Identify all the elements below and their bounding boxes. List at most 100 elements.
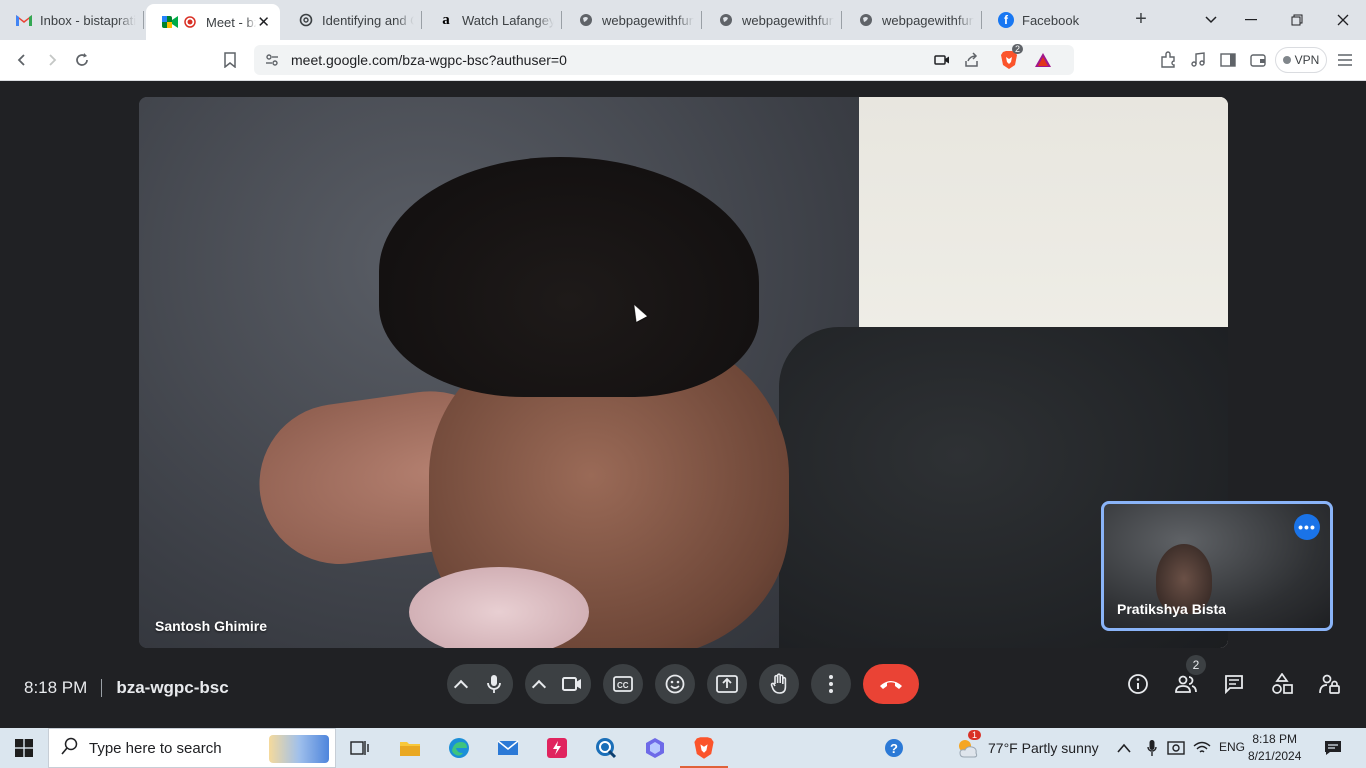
file-explorer-icon[interactable] <box>394 732 426 764</box>
search-app-icon[interactable] <box>590 732 622 764</box>
vpn-button[interactable]: VPN <box>1275 47 1327 73</box>
activities-button[interactable] <box>1266 668 1298 700</box>
tab-label: webpagewithfun <box>602 12 694 28</box>
brave-shields-icon[interactable]: 2 <box>997 44 1024 72</box>
chat-button[interactable] <box>1218 668 1250 700</box>
menu-icon[interactable] <box>1333 48 1357 72</box>
meeting-code: bza-wgpc-bsc <box>116 678 229 697</box>
video-background <box>409 567 589 648</box>
globe-icon <box>718 12 734 28</box>
notifications-icon[interactable] <box>1321 732 1345 764</box>
activities-icon <box>1272 673 1293 694</box>
tab-webpage-1[interactable]: webpagewithfun <box>562 0 702 40</box>
tab-facebook[interactable]: f Facebook <box>982 0 1122 40</box>
tab-meet[interactable]: Meet - bz ✕ <box>146 4 280 40</box>
media-icon[interactable] <box>1186 48 1210 72</box>
people-icon <box>1175 675 1197 693</box>
microphone-icon <box>486 675 501 693</box>
brave-rewards-icon[interactable] <box>1031 48 1055 72</box>
taskbar-search[interactable]: Type here to search <box>48 728 336 768</box>
sidebar-icon[interactable] <box>1216 48 1240 72</box>
minimize-button[interactable] <box>1228 0 1274 40</box>
reactions-button[interactable] <box>655 664 695 704</box>
microphone-button[interactable] <box>474 664 513 704</box>
brave-browser-icon[interactable] <box>680 732 728 768</box>
amazon-icon: a <box>442 11 450 28</box>
search-placeholder: Type here to search <box>89 739 222 757</box>
weather-icon[interactable]: 1 <box>952 730 984 764</box>
tab-label: Facebook <box>1022 12 1080 28</box>
captions-button[interactable]: CC <box>603 664 643 704</box>
microphone-tray-icon[interactable] <box>1140 732 1164 764</box>
camera-tray-icon[interactable] <box>1164 732 1188 764</box>
close-tab-icon[interactable]: ✕ <box>257 13 270 31</box>
address-bar[interactable]: meet.google.com/bza-wgpc-bsc?authuser=0 … <box>254 44 1074 75</box>
tab-label: Watch Lafangey P <box>462 12 554 28</box>
wifi-icon[interactable] <box>1190 732 1214 764</box>
search-highlight-icon <box>269 735 329 763</box>
meet-icon <box>162 14 178 30</box>
clock-date: 8/21/2024 <box>1248 749 1302 763</box>
site-settings-icon[interactable] <box>260 48 284 72</box>
microphone-control <box>447 664 513 704</box>
tab-label: Identifying and C <box>322 12 414 28</box>
forward-icon[interactable] <box>40 48 64 72</box>
meeting-info: 8:18 PM bza-wgpc-bsc <box>24 678 229 698</box>
audio-options-button[interactable] <box>447 664 474 704</box>
vpn-label: VPN <box>1294 53 1320 67</box>
tab-webpage-2[interactable]: webpagewithfun <box>702 0 842 40</box>
back-icon[interactable] <box>10 48 34 72</box>
app-pink-icon[interactable] <box>541 732 573 764</box>
chevron-up-icon <box>453 679 468 695</box>
leave-call-button[interactable] <box>863 664 919 704</box>
url-text: meet.google.com/bza-wgpc-bsc?authuser=0 <box>291 52 567 68</box>
edge-icon[interactable] <box>443 732 475 764</box>
restore-button[interactable] <box>1274 0 1320 40</box>
bookmark-icon[interactable] <box>218 48 242 72</box>
help-icon[interactable]: ? <box>878 732 910 764</box>
meeting-details-button[interactable] <box>1122 668 1154 700</box>
tab-identifying[interactable]: Identifying and C <box>282 0 422 40</box>
emoji-icon <box>665 674 685 694</box>
more-options-icon[interactable]: ••• <box>1294 514 1320 540</box>
extensions-icon[interactable] <box>1156 48 1180 72</box>
share-icon[interactable] <box>960 48 984 72</box>
reload-icon[interactable] <box>70 48 94 72</box>
tab-strip: Inbox - bistaprati Meet - bz ✕ Identifyi… <box>0 0 1366 40</box>
weather-text[interactable]: 77°F Partly sunny <box>988 740 1099 756</box>
tab-inbox[interactable]: Inbox - bistaprati <box>0 0 144 40</box>
search-icon <box>61 737 79 759</box>
more-vert-icon <box>829 675 833 693</box>
globe-icon <box>858 12 874 28</box>
tab-label: webpagewithfun <box>882 12 974 28</box>
start-button[interactable] <box>0 728 48 768</box>
camera-permission-icon[interactable] <box>930 48 954 72</box>
clock-time: 8:18 PM <box>1252 732 1298 746</box>
close-window-button[interactable] <box>1320 0 1366 40</box>
globe-icon <box>578 12 594 28</box>
show-hidden-icons-icon[interactable] <box>1112 732 1136 764</box>
windows-icon <box>15 739 33 757</box>
self-video-tile[interactable]: ••• Pratikshya Bista <box>1101 501 1333 631</box>
host-controls-button[interactable] <box>1314 668 1346 700</box>
tab-webpage-3[interactable]: webpagewithfun <box>842 0 982 40</box>
facebook-icon: f <box>998 12 1014 28</box>
task-view-icon[interactable] <box>344 732 376 764</box>
people-button[interactable] <box>1170 668 1202 700</box>
camera-button[interactable] <box>552 664 591 704</box>
tab-watch[interactable]: a Watch Lafangey P <box>422 0 562 40</box>
weather-badge: 1 <box>968 730 982 740</box>
raise-hand-button[interactable] <box>759 664 799 704</box>
language-indicator[interactable]: ENG <box>1219 740 1245 754</box>
video-options-button[interactable] <box>525 664 552 704</box>
meeting-time: 8:18 PM <box>24 678 88 697</box>
copilot-icon[interactable] <box>639 732 671 764</box>
present-screen-button[interactable] <box>707 664 747 704</box>
wallet-icon[interactable] <box>1246 48 1270 72</box>
tab-label: Meet - bz <box>206 14 256 30</box>
system-clock[interactable]: 8:18 PM 8/21/2024 <box>1248 731 1301 765</box>
main-video-tile[interactable]: Santosh Ghimire <box>139 97 1228 648</box>
mail-icon[interactable] <box>492 732 524 764</box>
new-tab-button[interactable]: + <box>1130 8 1152 30</box>
more-options-button[interactable] <box>811 664 851 704</box>
